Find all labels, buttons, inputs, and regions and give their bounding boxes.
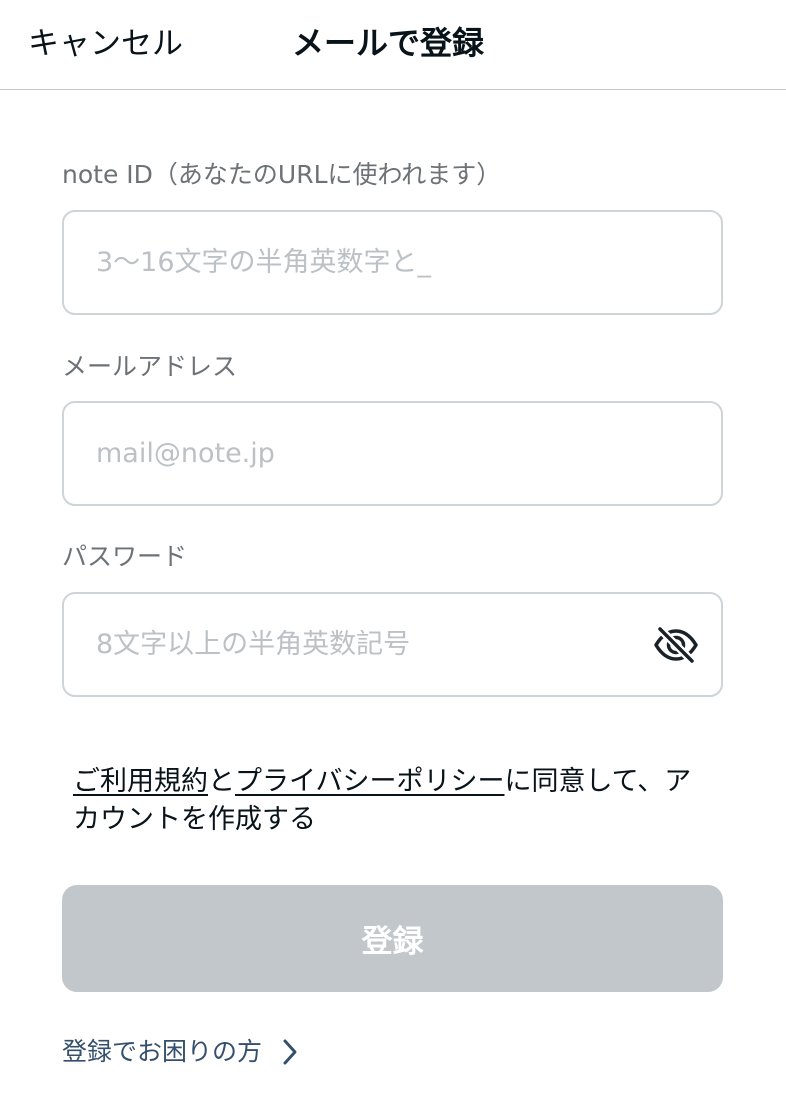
password-label: パスワード [62, 542, 188, 571]
chevron-right-icon [283, 1039, 297, 1065]
registration-help-label: 登録でお困りの方 [62, 1037, 263, 1066]
email-field [62, 401, 723, 506]
page-title: メールで登録 [292, 24, 485, 62]
register-button[interactable]: 登録 [62, 885, 723, 992]
email-label: メールアドレス [62, 352, 238, 381]
eye-slash-icon[interactable] [653, 625, 699, 665]
header-bar: キャンセル メールで登録 [0, 0, 786, 90]
email-input[interactable] [96, 403, 636, 504]
agreement-text: ご利用規約とプライバシーポリシーに同意して、アカウントを作成する [73, 763, 713, 839]
note-id-field [62, 210, 723, 315]
password-input[interactable] [96, 594, 636, 695]
terms-link[interactable]: ご利用規約 [73, 766, 208, 797]
cancel-button[interactable]: キャンセル [28, 22, 183, 66]
agreement-connector: と [208, 766, 235, 797]
privacy-policy-link[interactable]: プライバシーポリシー [235, 766, 504, 797]
registration-help-link[interactable]: 登録でお困りの方 [62, 1033, 298, 1071]
note-id-label: note ID（あなたのURLに使われます） [62, 160, 502, 189]
note-id-input[interactable] [96, 212, 636, 313]
password-field [62, 592, 723, 697]
